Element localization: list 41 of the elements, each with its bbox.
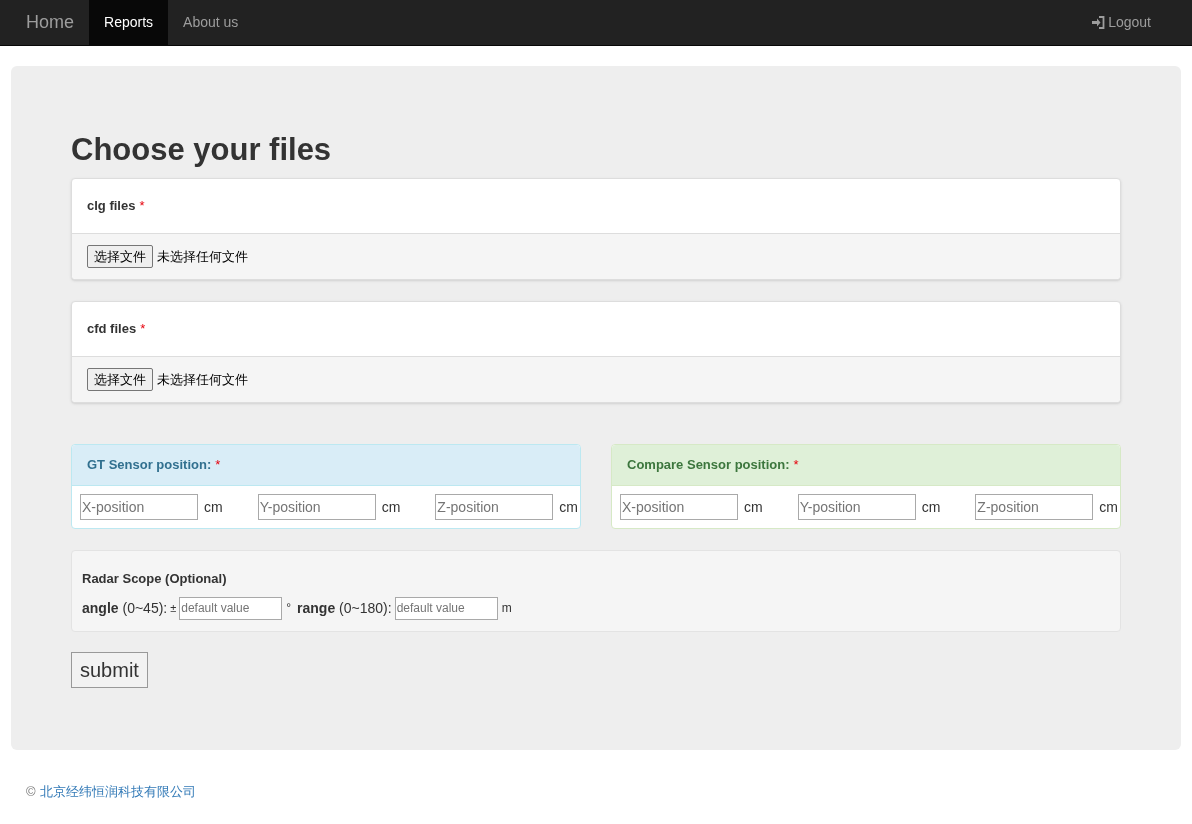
unit-label: m <box>501 600 512 617</box>
position-input[interactable]: Y-position <box>797 494 916 520</box>
nav-tab[interactable]: Reports <box>89 0 169 45</box>
panel-title: Compare Sensor position: <box>627 456 790 475</box>
no-file-text: 未选择任何文件 <box>157 370 248 389</box>
unit-label: cm <box>744 497 763 517</box>
position-input[interactable]: Z-position <box>435 494 554 520</box>
plus-minus-sign: ± <box>170 600 177 616</box>
panel-title: GT Sensor position: <box>87 456 212 475</box>
unit-label: ° <box>286 600 292 617</box>
logout-link[interactable]: Logout <box>1061 0 1181 45</box>
company-link[interactable]: 北京经纬恒润科技有限公司 <box>39 781 196 801</box>
unit-label: cm <box>1099 497 1118 517</box>
position-input[interactable]: X-position <box>620 494 738 520</box>
choose-file-button[interactable]: 选择文件 <box>87 368 153 391</box>
required-mark: * <box>139 197 145 216</box>
unit-label: cm <box>921 497 941 517</box>
radar-title: Radar Scope (Optional) <box>82 570 228 588</box>
param-label: range (0~180): <box>297 598 392 618</box>
unit-label: cm <box>559 497 578 517</box>
param-input[interactable]: default value <box>179 596 283 620</box>
page-heading: Choose your files <box>71 132 333 168</box>
required-mark: * <box>215 456 221 475</box>
required-mark: * <box>140 320 146 339</box>
brand-link[interactable]: Home <box>11 0 89 45</box>
unit-label: cm <box>204 497 223 517</box>
required-mark: * <box>793 456 799 475</box>
position-input[interactable]: X-position <box>80 494 198 520</box>
copyright-symbol: © <box>26 782 36 801</box>
param-input[interactable]: default value <box>394 596 498 620</box>
choose-file-button[interactable]: 选择文件 <box>87 245 153 268</box>
param-label: angle (0~45): <box>82 598 168 618</box>
position-input[interactable]: Z-position <box>975 494 1094 520</box>
nav-tab[interactable]: About us <box>168 0 254 45</box>
no-file-text: 未选择任何文件 <box>157 247 248 266</box>
position-input[interactable]: Y-position <box>257 494 376 520</box>
logout-icon <box>1091 16 1106 29</box>
submit-button[interactable]: submit <box>71 651 148 688</box>
file-label: clg files <box>87 197 136 216</box>
file-label: cfd files <box>87 320 137 339</box>
unit-label: cm <box>381 497 401 517</box>
